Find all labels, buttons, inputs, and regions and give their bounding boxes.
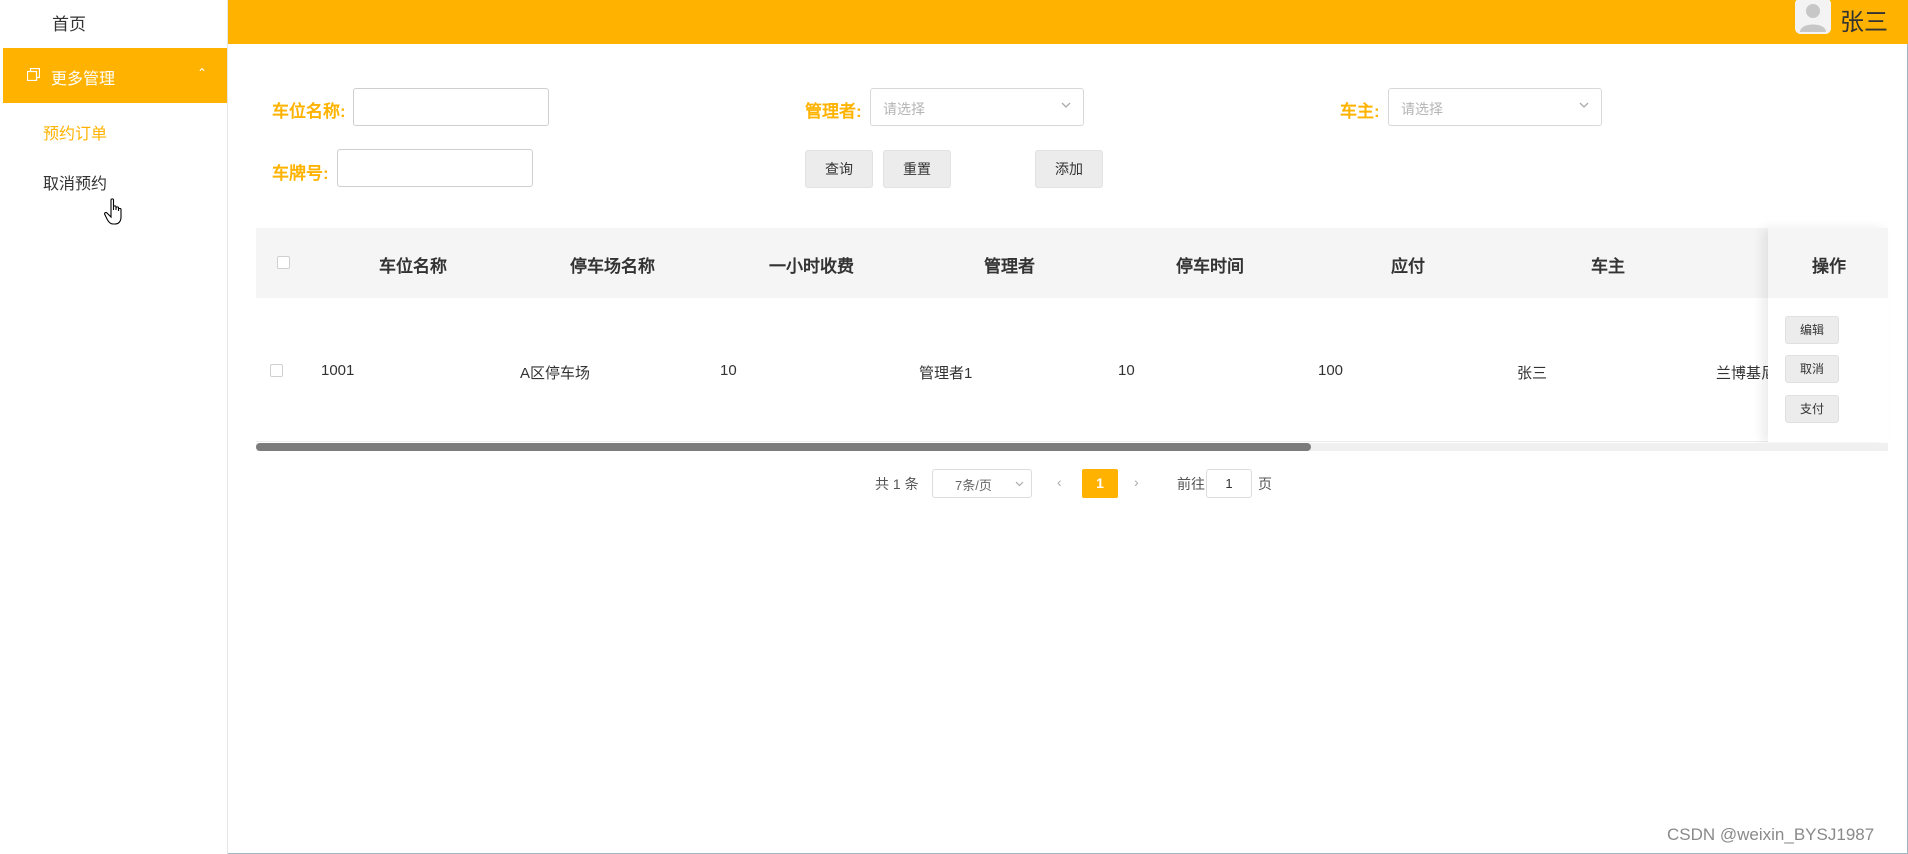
manager-select-placeholder: 请选择 <box>883 101 925 117</box>
manager-select[interactable]: 请选择 <box>870 88 1084 126</box>
column-header: 操作 <box>1812 257 1846 276</box>
sidebar-item-cancel-reservation[interactable]: 取消预约 <box>43 170 107 194</box>
sidebar: 首页 更多管理 ⌃ 预约订单 取消预约 <box>0 0 228 854</box>
sidebar-item-home-label: 首页 <box>52 15 86 34</box>
owner-label: 车主: <box>1340 102 1380 121</box>
hand-pointer-icon <box>104 198 122 225</box>
owner-select[interactable]: 请选择 <box>1388 88 1602 126</box>
plate-input[interactable] <box>337 149 533 187</box>
table-header: 车位名称 停车场名称 一小时收费 管理者 停车时间 应付 车主 <box>256 228 1888 298</box>
page-border <box>0 0 1908 854</box>
chevron-down-icon <box>1579 102 1589 108</box>
username[interactable]: 张三 <box>1840 2 1888 37</box>
cell-extra: 兰博基尼 <box>1716 365 1777 382</box>
operations-column: 操作 编辑 取消 支付 <box>1768 228 1888 442</box>
chevron-down-icon <box>1015 481 1024 487</box>
goto-page-input[interactable]: 1 <box>1206 469 1252 498</box>
user-icon <box>1795 0 1831 34</box>
query-button[interactable]: 查询 <box>805 150 873 188</box>
column-header[interactable]: 停车场名称 <box>570 252 655 277</box>
horizontal-scrollbar-thumb[interactable] <box>256 443 1311 451</box>
top-header <box>228 0 1908 44</box>
chevron-up-icon: ⌃ <box>197 66 208 80</box>
page-suffix: 页 <box>1258 476 1272 492</box>
sidebar-item-home[interactable]: 首页 <box>0 0 227 44</box>
select-all-checkbox[interactable] <box>277 256 290 269</box>
space-name-label: 车位名称: <box>272 102 346 121</box>
manager-label: 管理者: <box>805 102 862 121</box>
column-header[interactable]: 车位名称 <box>379 252 447 277</box>
column-header[interactable]: 管理者 <box>984 252 1035 277</box>
sidebar-item-reservation-orders[interactable]: 预约订单 <box>43 120 107 144</box>
column-header[interactable]: 一小时收费 <box>769 252 854 277</box>
page-number-current[interactable]: 1 <box>1082 469 1118 498</box>
row-divider <box>256 441 1888 442</box>
cell-owner: 张三 <box>1517 365 1548 382</box>
goto-label: 前往 <box>1177 476 1205 492</box>
watermark: CSDN @weixin_BYSJ1987 <box>1667 825 1875 844</box>
operations-header: 操作 <box>1768 228 1888 298</box>
cell-manager: 管理者1 <box>919 365 973 382</box>
plate-label: 车牌号: <box>272 164 329 183</box>
page-size-select[interactable]: 7条/页 <box>932 469 1032 498</box>
sidebar-group-label: 更多管理 <box>51 71 116 88</box>
chevron-down-icon <box>1061 102 1071 108</box>
cell-parking-time: 10 <box>1118 362 1135 379</box>
column-header[interactable]: 停车时间 <box>1176 252 1244 277</box>
cell-hourly-fee: 10 <box>720 362 737 379</box>
owner-select-placeholder: 请选择 <box>1401 101 1443 117</box>
page-size-value: 7条/页 <box>955 478 992 493</box>
cell-space-name: 1001 <box>321 362 355 379</box>
pay-button[interactable]: 支付 <box>1785 395 1839 423</box>
prev-page-icon[interactable]: ‹ <box>1057 474 1062 490</box>
row-checkbox[interactable] <box>270 364 283 377</box>
avatar[interactable] <box>1795 0 1831 34</box>
add-button[interactable]: 添加 <box>1035 150 1103 188</box>
next-page-icon[interactable]: › <box>1134 474 1139 490</box>
reset-button[interactable]: 重置 <box>883 150 951 188</box>
space-name-input[interactable] <box>353 88 549 126</box>
edit-button[interactable]: 编辑 <box>1785 316 1839 344</box>
pagination-total: 共 1 条 <box>875 476 919 492</box>
cell-payable: 100 <box>1318 362 1344 379</box>
column-header[interactable]: 应付 <box>1391 252 1425 277</box>
cancel-button[interactable]: 取消 <box>1785 355 1839 383</box>
cell-lot-name: A区停车场 <box>520 365 591 382</box>
column-header[interactable]: 车主 <box>1591 252 1625 277</box>
copy-icon <box>27 68 40 81</box>
sidebar-group-more-management[interactable]: 更多管理 ⌃ <box>3 48 227 103</box>
